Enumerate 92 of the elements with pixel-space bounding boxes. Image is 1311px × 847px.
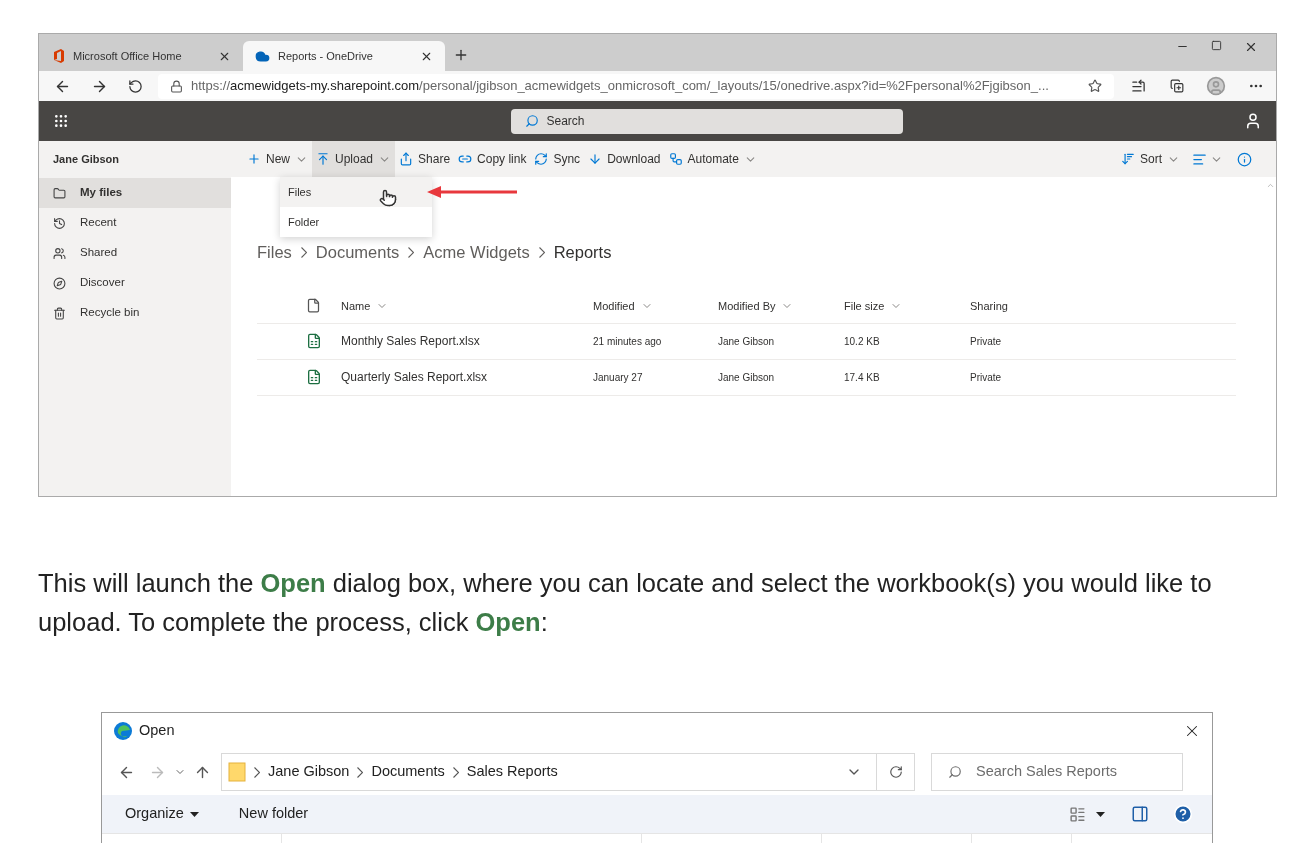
menu-item[interactable]: Folder bbox=[280, 207, 432, 237]
refresh-icon[interactable] bbox=[128, 78, 143, 94]
preview-pane-icon[interactable] bbox=[1131, 805, 1149, 823]
sort-button[interactable]: Sort bbox=[1117, 141, 1184, 177]
command-button[interactable]: Copy link bbox=[454, 141, 531, 177]
command-button[interactable]: New bbox=[243, 141, 312, 177]
table-cell-text: Private bbox=[970, 370, 1003, 385]
breadcrumb-item[interactable]: Documents bbox=[315, 240, 400, 265]
path-segment[interactable]: Sales Reports bbox=[466, 761, 558, 783]
link-icon bbox=[458, 152, 473, 166]
sort-icon bbox=[1121, 152, 1135, 166]
cloud-icon bbox=[255, 48, 270, 64]
path-segment[interactable]: Documents bbox=[371, 761, 445, 783]
toolbar-button[interactable]: New folder bbox=[238, 803, 309, 825]
search-icon bbox=[948, 765, 962, 779]
view-icon bbox=[1192, 151, 1207, 167]
column-header[interactable]: File size bbox=[844, 297, 970, 314]
share-icon bbox=[399, 152, 414, 166]
folder-icon bbox=[53, 186, 66, 200]
excel-file-icon bbox=[306, 369, 322, 386]
chevron-icon bbox=[452, 766, 459, 778]
chevron-icon bbox=[357, 766, 364, 778]
command-button[interactable]: Sync bbox=[530, 141, 585, 177]
command-button[interactable]: Download bbox=[584, 141, 665, 177]
refresh-icon[interactable] bbox=[888, 765, 903, 779]
file-name[interactable]: Quarterly Sales Report.xlsx bbox=[341, 368, 593, 387]
table-cell-text: January 27 bbox=[593, 370, 644, 385]
automate-icon bbox=[668, 152, 683, 166]
browser-tab[interactable]: Reports - OneDrive bbox=[243, 41, 445, 71]
folder-icon bbox=[228, 762, 246, 782]
file-type-icon bbox=[306, 298, 321, 314]
instruction-text: This will launch the Open dialog box, where you can locate and select the workbook(s) you would like to upload. To complete the process, click Open: bbox=[38, 568, 1213, 638]
compass-icon bbox=[53, 276, 66, 290]
clock-icon bbox=[53, 216, 66, 230]
breadcrumb-item[interactable]: Reports bbox=[553, 240, 612, 265]
command-button[interactable]: Share bbox=[395, 141, 455, 177]
new-tab-icon[interactable] bbox=[453, 47, 469, 63]
nav-item[interactable]: Recent bbox=[39, 208, 231, 238]
file-name[interactable]: Monthly Sales Report.xlsx bbox=[341, 332, 593, 351]
app-launcher-icon[interactable] bbox=[53, 113, 69, 129]
column-header[interactable]: Name bbox=[341, 297, 593, 314]
chevron-icon bbox=[538, 246, 545, 258]
table-cell-text: 10.2 KB bbox=[844, 334, 881, 349]
menu-item[interactable]: Files bbox=[280, 177, 432, 207]
dialog-title: Open bbox=[139, 721, 176, 741]
user-name: Jane Gibson bbox=[52, 151, 121, 167]
upload-icon bbox=[316, 152, 330, 166]
chevron-icon bbox=[408, 246, 415, 258]
table-cell-text: Jane Gibson bbox=[718, 334, 776, 349]
nav-item[interactable]: Discover bbox=[39, 268, 231, 298]
trash-icon bbox=[53, 306, 66, 320]
caret-icon[interactable] bbox=[1096, 811, 1105, 817]
column-header[interactable]: Modified By bbox=[718, 297, 844, 314]
toolbar-button[interactable]: Organize bbox=[125, 803, 199, 825]
office-logo-icon bbox=[53, 49, 65, 63]
maximize-icon[interactable] bbox=[1211, 40, 1222, 51]
command-button[interactable]: Upload bbox=[312, 141, 396, 177]
nav-item[interactable]: My files bbox=[39, 178, 231, 208]
path-segment[interactable]: Jane Gibson bbox=[268, 761, 350, 783]
view-button[interactable] bbox=[1192, 151, 1223, 167]
search-icon bbox=[524, 114, 539, 128]
excel-file-icon bbox=[306, 333, 322, 350]
search-field[interactable]: Search Sales Reports bbox=[931, 753, 1183, 791]
nav-item[interactable]: Recycle bin bbox=[39, 298, 231, 328]
collections-icon[interactable] bbox=[1170, 79, 1184, 93]
favorites-icon[interactable] bbox=[1131, 78, 1146, 94]
table-cell-text: 17.4 KB bbox=[844, 370, 881, 385]
edge-logo-icon bbox=[113, 721, 133, 741]
account-icon[interactable] bbox=[1244, 112, 1262, 130]
column-header[interactable]: Sharing bbox=[970, 297, 1236, 314]
sync-icon bbox=[534, 152, 549, 166]
breadcrumb-item[interactable]: Acme Widgets bbox=[423, 240, 530, 265]
chevron-icon bbox=[254, 766, 260, 778]
close-icon[interactable] bbox=[1244, 40, 1258, 54]
nav-item[interactable]: Shared bbox=[39, 238, 231, 268]
table-cell-text: Jane Gibson bbox=[718, 370, 776, 385]
info-icon[interactable] bbox=[1237, 151, 1252, 167]
chevron-icon bbox=[300, 246, 307, 258]
address-bar[interactable]: https://acmewidgets-my.sharepoint.com/personal/jgibson_acmewidgets_onmicrosoft_com/_layouts/15/onedrive.aspx?id=%2Fpersonal%2Fjgibson_... bbox=[158, 73, 1114, 99]
column-header[interactable]: Modified bbox=[593, 297, 718, 314]
search-field[interactable]: Search bbox=[510, 108, 903, 134]
help-icon[interactable] bbox=[1173, 804, 1193, 824]
table-cell-text: 21 minutes ago bbox=[593, 334, 663, 349]
people-icon bbox=[53, 246, 66, 260]
path-bar[interactable]: Jane Gibson Documents Sales Reports bbox=[221, 753, 915, 791]
plus-icon bbox=[247, 152, 261, 166]
command-button[interactable]: Automate bbox=[664, 141, 761, 177]
breadcrumb-item[interactable]: Files bbox=[257, 240, 292, 265]
profile-icon[interactable] bbox=[1206, 76, 1226, 96]
view-options-icon[interactable] bbox=[1069, 805, 1086, 823]
hand-cursor-icon bbox=[379, 189, 397, 207]
table-cell-text: Private bbox=[970, 334, 1003, 349]
